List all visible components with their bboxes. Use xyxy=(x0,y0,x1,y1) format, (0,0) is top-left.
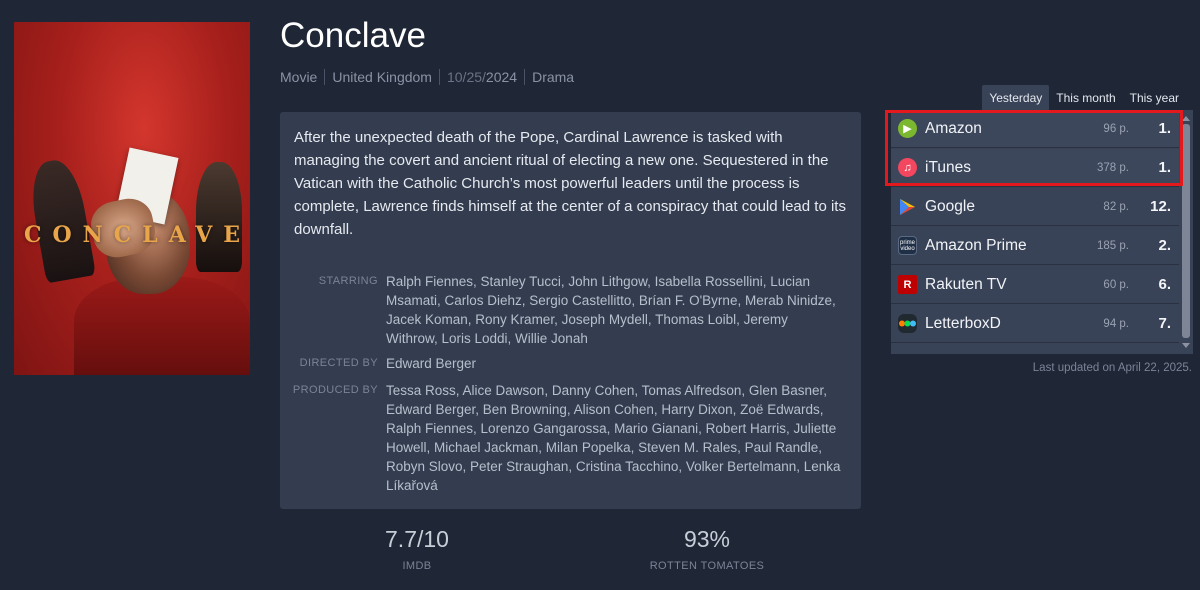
starring-row: STARRING Ralph Fiennes, Stanley Tucci, J… xyxy=(280,272,861,348)
scroll-up-icon[interactable] xyxy=(1182,116,1190,121)
rt-score: 93% xyxy=(683,526,731,552)
service-points: 82 p. xyxy=(1103,200,1129,213)
service-rank: 12. xyxy=(1150,198,1171,215)
produced-row: PRODUCED BY Tessa Ross, Alice Dawson, Da… xyxy=(280,381,861,495)
imdb-rating: 7.7/10 IMDB xyxy=(317,526,517,572)
movie-genre: Drama xyxy=(532,69,575,85)
movie-country: United Kingdom xyxy=(332,69,432,85)
meta-divider xyxy=(324,69,326,85)
service-name: LetterboxD xyxy=(925,314,1001,332)
rakuten-icon: R xyxy=(898,275,917,294)
directed-label: DIRECTED BY xyxy=(299,357,378,369)
movie-meta: Movie United Kingdom 10/25/2024 Drama xyxy=(280,69,574,85)
directed-row: DIRECTED BY Edward Berger xyxy=(280,354,861,373)
meta-divider xyxy=(524,69,526,85)
imdb-label: IMDB xyxy=(402,560,432,572)
tab-this-month[interactable]: This month xyxy=(1049,85,1122,111)
service-name: Rakuten TV xyxy=(925,275,1007,293)
service-rank: 6. xyxy=(1158,276,1171,293)
producers-list: Tessa Ross, Alice Dawson, Danny Cohen, T… xyxy=(386,383,841,493)
starring-list: Ralph Fiennes, Stanley Tucci, John Lithg… xyxy=(386,274,836,346)
google-play-icon xyxy=(898,197,917,216)
starring-label: STARRING xyxy=(318,275,378,287)
chart-row-letterboxd[interactable]: LetterboxD 94 p. 7. xyxy=(891,305,1179,343)
service-points: 60 p. xyxy=(1103,278,1129,291)
poster-figure-right xyxy=(196,162,242,272)
scroll-down-icon[interactable] xyxy=(1182,343,1190,348)
page-title: Conclave xyxy=(280,16,426,55)
movie-poster: CONCLAVE xyxy=(14,22,250,375)
chart-row-google[interactable]: Google 82 p. 12. xyxy=(891,188,1179,226)
movie-type: Movie xyxy=(280,69,318,85)
scrollbar-thumb[interactable] xyxy=(1182,124,1190,338)
chart-row-amazon-prime[interactable]: prime video Amazon Prime 185 p. 2. xyxy=(891,227,1179,265)
poster-figure-left xyxy=(25,156,97,284)
produced-label: PRODUCED BY xyxy=(292,384,378,396)
selection-highlight-box xyxy=(885,110,1183,186)
imdb-score: 7.7/10 xyxy=(385,526,449,552)
last-updated-text: Last updated on April 22, 2025. xyxy=(1032,362,1192,374)
tab-yesterday[interactable]: Yesterday xyxy=(982,85,1050,111)
poster-title-text: CONCLAVE xyxy=(24,222,250,248)
release-year: 2024 xyxy=(485,69,518,85)
prime-video-icon: prime video xyxy=(898,236,917,255)
rt-label: ROTTEN TOMATOES xyxy=(649,560,765,572)
service-name: Amazon Prime xyxy=(925,236,1027,254)
info-panel: After the unexpected death of the Pope, … xyxy=(280,112,861,509)
release-date-prefix: 10/25/ xyxy=(446,69,486,85)
letterboxd-icon xyxy=(898,314,917,333)
chart-period-tabs: Yesterday This month This year xyxy=(982,85,1186,111)
meta-divider xyxy=(438,69,440,85)
service-name: Google xyxy=(925,197,975,215)
service-points: 94 p. xyxy=(1103,317,1129,330)
service-points: 185 p. xyxy=(1097,239,1129,252)
synopsis: After the unexpected death of the Pope, … xyxy=(294,129,846,238)
service-rank: 2. xyxy=(1158,237,1171,254)
service-rank: 7. xyxy=(1158,315,1171,332)
rotten-tomatoes-rating: 93% ROTTEN TOMATOES xyxy=(607,526,807,572)
tab-this-year[interactable]: This year xyxy=(1123,85,1186,111)
director-name: Edward Berger xyxy=(386,356,477,371)
chart-row-rakuten-tv[interactable]: R Rakuten TV 60 p. 6. xyxy=(891,266,1179,304)
